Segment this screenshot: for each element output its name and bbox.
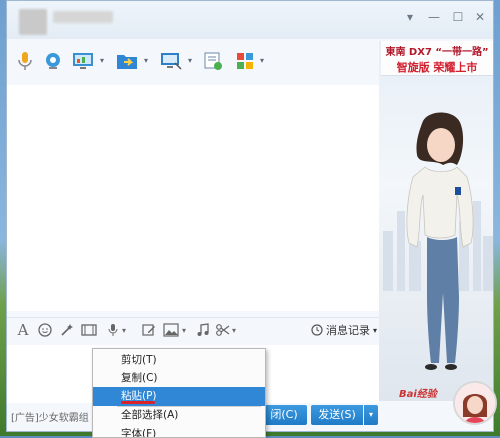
user-avatar[interactable]	[453, 381, 497, 425]
screen-share-icon[interactable]	[71, 49, 95, 73]
message-history-area[interactable]	[7, 85, 379, 311]
scissors-dropdown[interactable]: ▾	[229, 321, 239, 339]
maximize-button[interactable]: ☐	[449, 9, 467, 25]
annotation-underline	[121, 401, 155, 404]
microphone-icon[interactable]	[13, 49, 37, 73]
video-clip-icon[interactable]	[79, 321, 99, 339]
ad-brand: 東南 DX7 “一带一路”	[385, 47, 489, 58]
chevron-down-icon: ▾	[373, 325, 378, 335]
send-options-dropdown[interactable]: ▾	[364, 405, 378, 425]
remote-desktop-icon[interactable]	[159, 49, 183, 73]
ad-banner[interactable]: 東南 DX7 “一带一路” 智旋版 荣耀上市	[381, 41, 493, 76]
folder-transfer-dropdown[interactable]: ▾	[142, 57, 150, 65]
footer-ad-link[interactable]: [广告]少女软霸组	[11, 409, 89, 424]
menu-item-copy[interactable]: 复制(C)	[93, 369, 265, 388]
folder-transfer-icon[interactable]	[115, 49, 139, 73]
send-button[interactable]: 发送(S)	[311, 405, 363, 425]
cartoon-girl-illustration	[406, 112, 474, 370]
minimize-button[interactable]: —	[425, 9, 443, 25]
apps-grid-dropdown[interactable]: ▾	[258, 57, 266, 65]
context-menu: 剪切(T) 复制(C) 粘贴(P) 全部选择(A) 字体(F)	[92, 348, 266, 438]
image-icon[interactable]	[161, 321, 181, 339]
note-icon[interactable]	[201, 49, 225, 73]
screenshot-edit-icon[interactable]	[139, 321, 159, 339]
menu-dropdown-button[interactable]: ▾	[401, 9, 419, 25]
webcam-icon[interactable]	[41, 49, 65, 73]
message-record-label: 消息记录	[326, 324, 370, 337]
emoji-icon[interactable]	[35, 321, 55, 339]
voice-message-dropdown[interactable]: ▾	[119, 321, 129, 339]
close-window-button[interactable]: ✕	[471, 9, 489, 25]
menu-item-font[interactable]: 字体(F)	[93, 425, 265, 437]
remote-desktop-dropdown[interactable]: ▾	[186, 57, 194, 65]
apps-grid-icon[interactable]	[233, 49, 257, 73]
message-record-button[interactable]: 消息记录 ▾	[311, 321, 377, 339]
contact-avatar[interactable]	[19, 9, 47, 35]
magic-wand-icon[interactable]	[57, 321, 77, 339]
menu-item-cut[interactable]: 剪切(T)	[93, 351, 265, 370]
contact-name	[53, 11, 113, 23]
screen-share-dropdown[interactable]: ▾	[98, 57, 106, 65]
font-icon[interactable]: A	[13, 321, 33, 339]
title-bar[interactable]: ▾ — ☐ ✕	[7, 1, 493, 39]
menu-item-select-all[interactable]: 全部选择(A)	[93, 406, 265, 425]
close-chat-button[interactable]: 闭(C)	[261, 405, 307, 425]
image-dropdown[interactable]: ▾	[179, 321, 189, 339]
clock-icon	[311, 324, 323, 336]
music-icon[interactable]	[193, 321, 213, 339]
menu-item-paste[interactable]: 粘贴(P)	[93, 387, 265, 406]
ad-slogan: 智旋版 荣耀上市	[396, 61, 478, 74]
watermark-logo: Bai经验	[399, 389, 437, 400]
